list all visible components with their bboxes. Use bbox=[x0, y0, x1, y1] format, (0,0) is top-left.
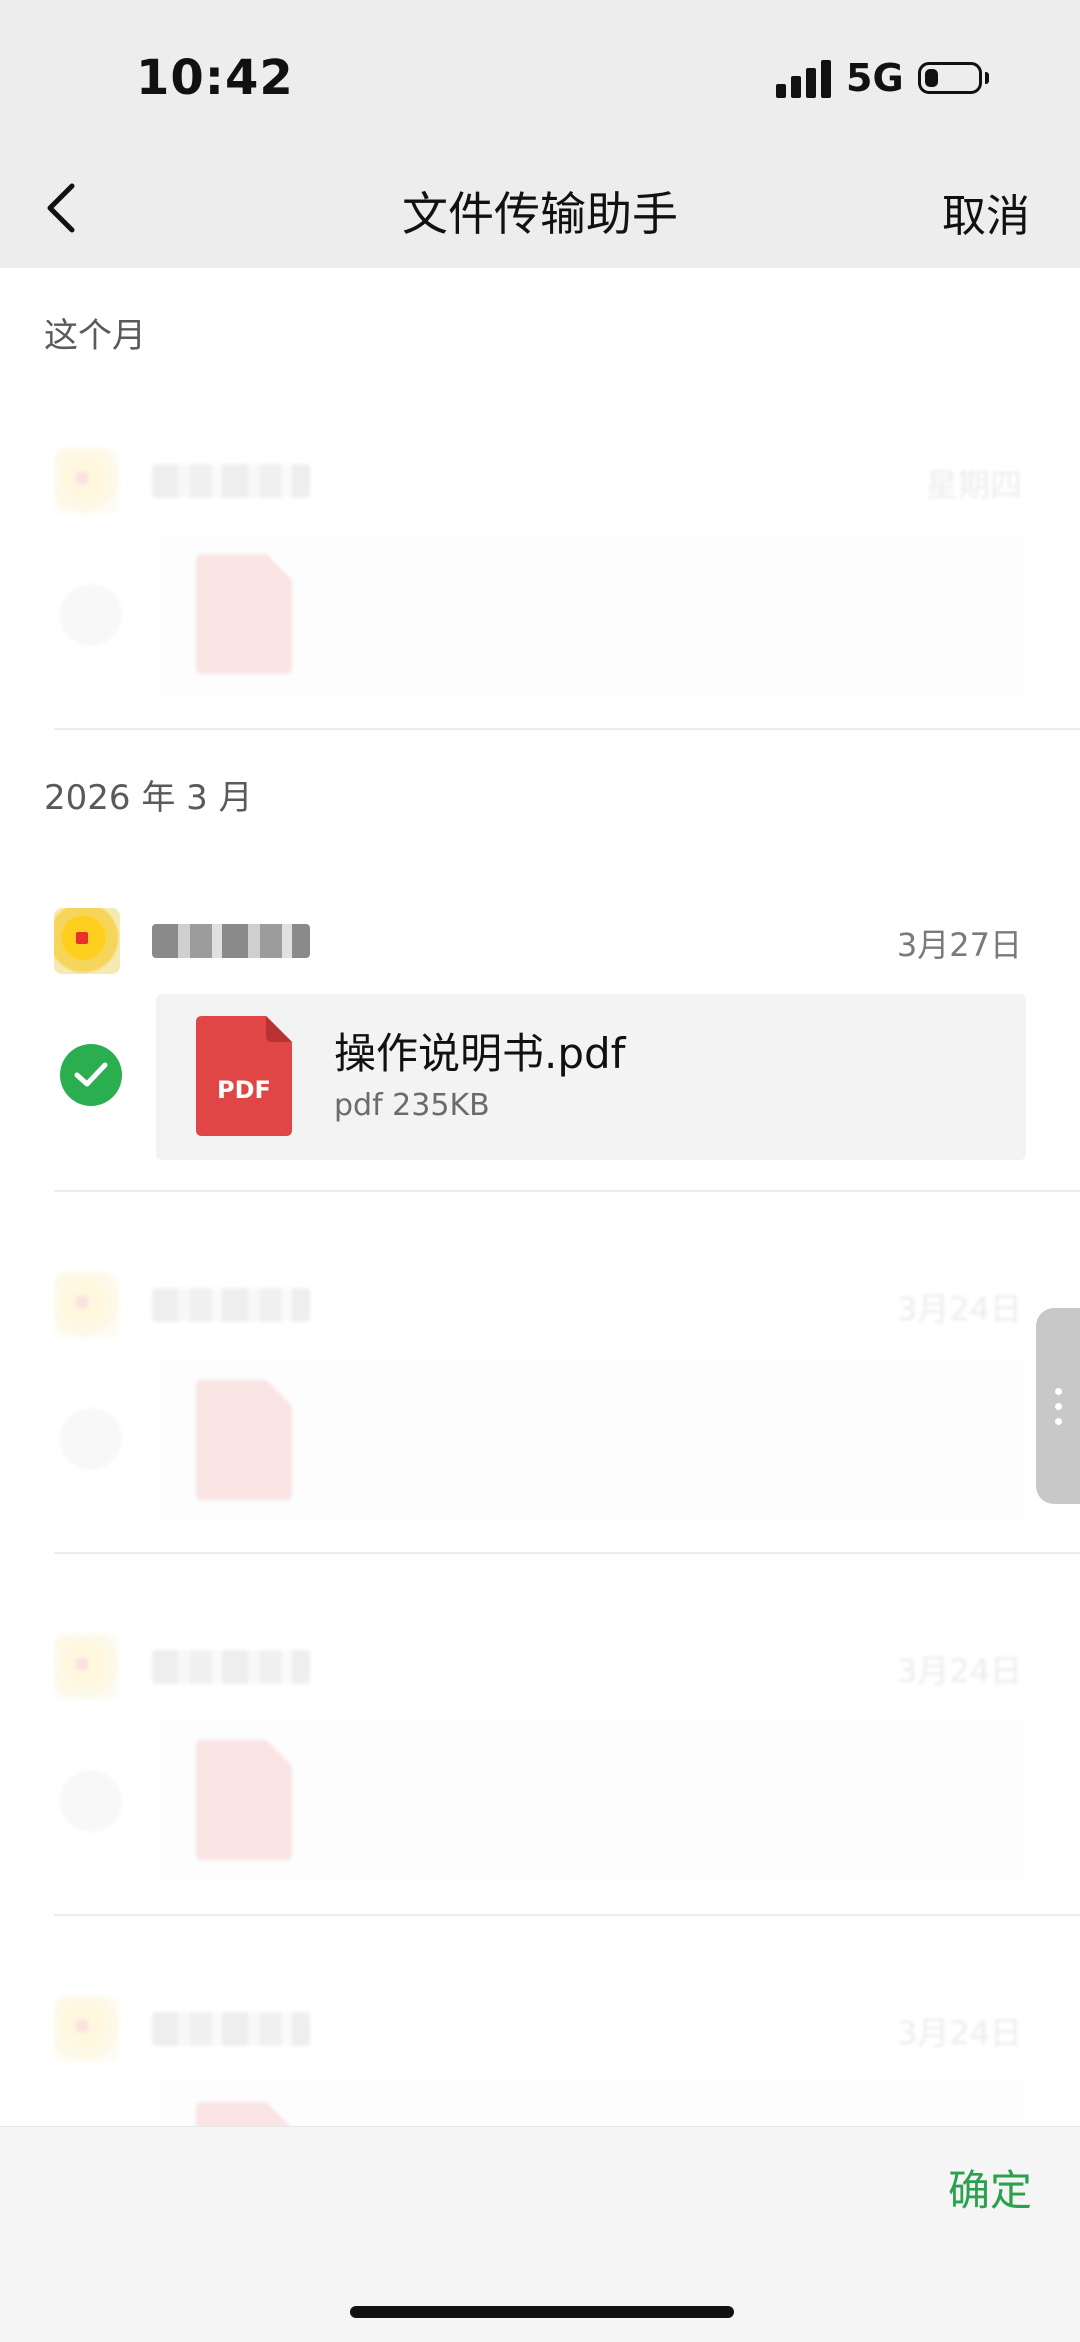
message-date: 3月27日 bbox=[896, 926, 1022, 964]
file-card[interactable]: PDF 操作说明书.pdf pdf 235KB bbox=[156, 994, 1026, 1160]
avatar bbox=[54, 1996, 120, 2062]
message-group: 3月24日 bbox=[0, 1228, 1080, 1588]
sender-name bbox=[152, 924, 310, 958]
section-header-month: 2026 年 3 月 bbox=[44, 778, 253, 818]
avatar bbox=[54, 1634, 120, 1700]
select-checkbox[interactable] bbox=[60, 1044, 122, 1106]
top-bar: 10:42 5G 文件传输助手 取消 bbox=[0, 0, 1080, 268]
scroll-handle[interactable] bbox=[1036, 1308, 1080, 1504]
avatar bbox=[54, 908, 120, 974]
network-type: 5G bbox=[846, 56, 904, 100]
sender-name bbox=[152, 464, 310, 498]
sender-name bbox=[152, 2012, 310, 2046]
select-checkbox[interactable] bbox=[60, 584, 122, 646]
message-date: 3月24日 bbox=[896, 1652, 1022, 1690]
divider bbox=[54, 1552, 1080, 1554]
pdf-file-icon bbox=[196, 1380, 292, 1500]
divider bbox=[54, 728, 1080, 730]
home-indicator[interactable] bbox=[350, 2306, 734, 2318]
section-header-this-month: 这个月 bbox=[44, 316, 146, 356]
file-card[interactable] bbox=[156, 1358, 1026, 1524]
status-time: 10:42 bbox=[136, 50, 294, 106]
sender-name bbox=[152, 1288, 310, 1322]
message-date: 星期四 bbox=[925, 466, 1022, 504]
chevron-left-icon bbox=[47, 183, 75, 233]
cancel-button[interactable]: 取消 bbox=[942, 180, 1030, 244]
divider bbox=[54, 1914, 1080, 1916]
message-group: 3月27日 PDF 操作说明书.pdf pdf 235KB bbox=[0, 864, 1080, 1224]
pdf-file-icon bbox=[196, 1740, 292, 1860]
pdf-label: PDF bbox=[217, 1076, 271, 1104]
message-group: 3月24日 bbox=[0, 1590, 1080, 1950]
divider bbox=[54, 1190, 1080, 1192]
back-button[interactable] bbox=[40, 178, 90, 238]
confirm-button[interactable]: 确定 bbox=[948, 2157, 1032, 2218]
message-group: 星期四 bbox=[0, 404, 1080, 764]
checkmark-icon bbox=[74, 1062, 108, 1087]
select-checkbox[interactable] bbox=[60, 1770, 122, 1832]
file-card[interactable] bbox=[156, 532, 1026, 698]
pdf-file-icon bbox=[196, 554, 292, 674]
file-meta: pdf 235KB bbox=[334, 1088, 490, 1123]
avatar bbox=[54, 1272, 120, 1338]
message-date: 3月24日 bbox=[896, 1290, 1022, 1328]
sender-name bbox=[152, 1650, 310, 1684]
message-date: 3月24日 bbox=[896, 2014, 1022, 2052]
avatar bbox=[54, 448, 120, 514]
signal-icon bbox=[776, 60, 832, 98]
battery-icon bbox=[918, 62, 982, 94]
page-title: 文件传输助手 bbox=[402, 187, 678, 241]
file-name: 操作说明书.pdf bbox=[334, 1029, 626, 1078]
select-checkbox[interactable] bbox=[60, 1408, 122, 1470]
file-card[interactable] bbox=[156, 1718, 1026, 1884]
